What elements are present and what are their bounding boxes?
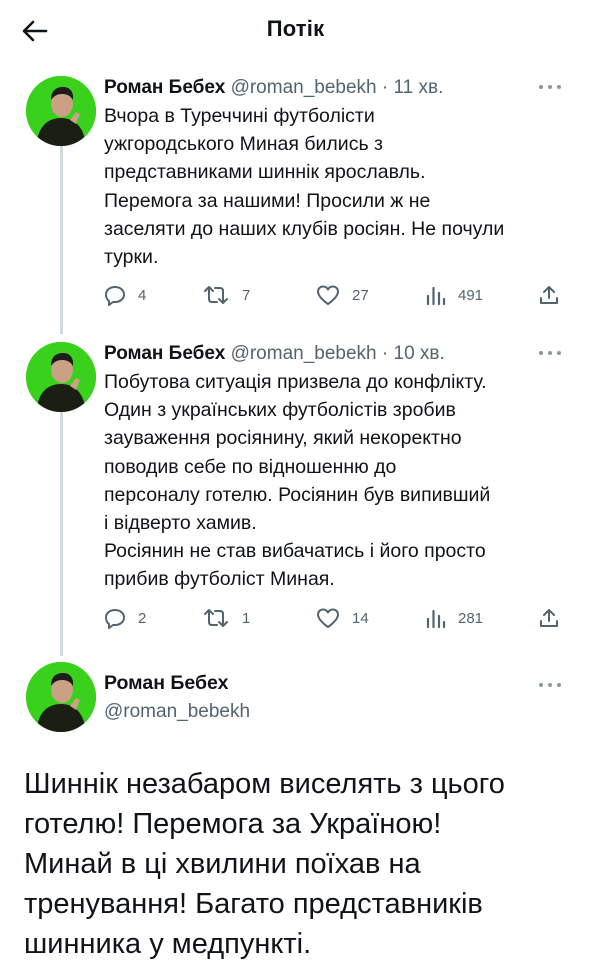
tweet-header: Роман Бебех @roman_bebekh · 10 хв. (104, 342, 445, 366)
tweet-text: Вчора в Туреччині футболісти ужгородсько… (104, 105, 505, 269)
retweet-icon (204, 286, 228, 304)
more-horizontal-icon (539, 683, 543, 687)
retweet-count: 7 (242, 286, 251, 304)
more-options-button[interactable] (539, 682, 561, 688)
more-options-button[interactable] (539, 84, 561, 90)
more-horizontal-icon (539, 351, 543, 355)
views-button[interactable]: 491 (426, 281, 483, 309)
reply-icon (105, 286, 125, 306)
avatar[interactable] (26, 76, 96, 146)
analytics-icon (426, 609, 446, 629)
page-title: Потік (266, 16, 325, 41)
author-handle[interactable]: @roman_bebekh (231, 343, 377, 364)
heart-icon (317, 608, 339, 628)
share-button[interactable] (538, 281, 560, 309)
author-name[interactable]: Роман Бебех (104, 77, 225, 98)
tweet-actions: 4 7 27 491 (104, 281, 564, 309)
analytics-icon (426, 286, 446, 306)
views-count: 281 (458, 609, 484, 627)
author-name[interactable]: Роман Бебех (104, 343, 225, 364)
like-button[interactable]: 27 (316, 281, 369, 309)
main-tweet-text: Шиннік незабаром виселять з цього готелю… (24, 768, 505, 960)
retweet-button[interactable]: 1 (202, 604, 250, 632)
reply-button[interactable]: 4 (104, 281, 146, 309)
views-button[interactable]: 281 (426, 604, 483, 632)
tweet-actions: 2 1 14 281 (104, 604, 564, 632)
tweet[interactable]: Роман Бебех @roman_bebekh · 11 хв. Вчора… (0, 76, 591, 316)
tweet-text: Побутова ситуація призвела до конфлікту.… (104, 371, 491, 591)
reply-button[interactable]: 2 (104, 604, 146, 632)
timestamp[interactable]: 10 хв. (394, 343, 445, 364)
share-icon (540, 609, 558, 627)
avatar[interactable] (26, 662, 96, 732)
heart-icon (317, 285, 339, 305)
author-handle[interactable]: @roman_bebekh (104, 701, 250, 723)
separator: · (381, 343, 389, 364)
author-handle[interactable]: @roman_bebekh (231, 77, 377, 98)
top-bar: Потік (0, 0, 591, 62)
share-button[interactable] (538, 604, 560, 632)
views-count: 491 (458, 286, 484, 304)
tweet[interactable]: Роман Бебех @roman_bebekh · 10 хв. Побут… (0, 342, 591, 642)
share-icon (540, 286, 558, 304)
retweet-icon (204, 609, 228, 627)
retweet-count: 1 (242, 609, 251, 627)
reply-count: 4 (138, 286, 147, 304)
author-name[interactable]: Роман Бебех (104, 672, 228, 695)
more-horizontal-icon (539, 85, 543, 89)
separator: · (381, 77, 389, 98)
like-count: 14 (352, 609, 369, 627)
more-options-button[interactable] (539, 350, 561, 356)
timestamp[interactable]: 11 хв. (394, 77, 444, 98)
avatar[interactable] (26, 342, 96, 412)
like-count: 27 (352, 286, 369, 304)
tweet-header: Роман Бебех @roman_bebekh · 11 хв. (104, 76, 443, 100)
reply-icon (105, 609, 125, 629)
reply-count: 2 (138, 609, 147, 627)
like-button[interactable]: 14 (316, 604, 369, 632)
retweet-button[interactable]: 7 (202, 281, 250, 309)
